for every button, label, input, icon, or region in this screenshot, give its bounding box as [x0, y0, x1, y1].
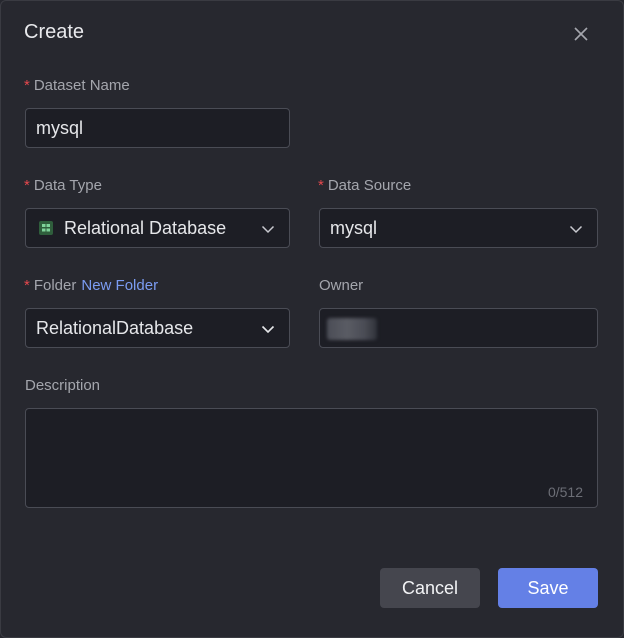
owner-label: Owner [319, 277, 364, 294]
owner-field[interactable] [319, 308, 598, 348]
description-textarea[interactable] [26, 409, 597, 507]
database-icon [39, 221, 53, 235]
dataset-name-field[interactable] [25, 108, 290, 148]
data-type-label: * Data Type [24, 177, 102, 194]
folder-value: RelationalDatabase [36, 318, 194, 338]
folder-select[interactable]: RelationalDatabase [25, 308, 290, 348]
owner-avatar-redacted [327, 318, 377, 340]
data-type-value: Relational Database [64, 218, 227, 238]
chevron-down-icon [261, 225, 275, 234]
dataset-name-label: * Dataset Name [24, 77, 130, 94]
character-counter: 0/512 [547, 484, 583, 500]
required-mark: * [24, 277, 30, 294]
description-label: Description [25, 377, 101, 394]
create-dataset-dialog: Create *Dataset Name *Data Type Relation… [0, 0, 624, 638]
close-icon[interactable] [572, 25, 590, 43]
data-type-select[interactable]: Relational Database [25, 208, 290, 248]
data-source-select[interactable]: mysql [319, 208, 598, 248]
required-mark: * [318, 177, 324, 194]
folder-label: * Folder New Folder [24, 277, 159, 294]
dialog-title: Create [24, 21, 85, 43]
chevron-down-icon [261, 325, 275, 334]
chevron-down-icon [569, 225, 583, 234]
description-field[interactable]: 0/512 [25, 408, 598, 508]
save-button[interactable]: Save [498, 568, 598, 608]
data-source-value: mysql [330, 218, 378, 238]
data-source-label: * Data Source [318, 177, 412, 194]
cancel-button[interactable]: Cancel [380, 568, 480, 608]
required-mark: * [24, 77, 30, 94]
dataset-name-input[interactable] [36, 109, 279, 147]
new-folder-link[interactable]: New Folder [81, 277, 158, 294]
required-mark: * [24, 177, 30, 194]
